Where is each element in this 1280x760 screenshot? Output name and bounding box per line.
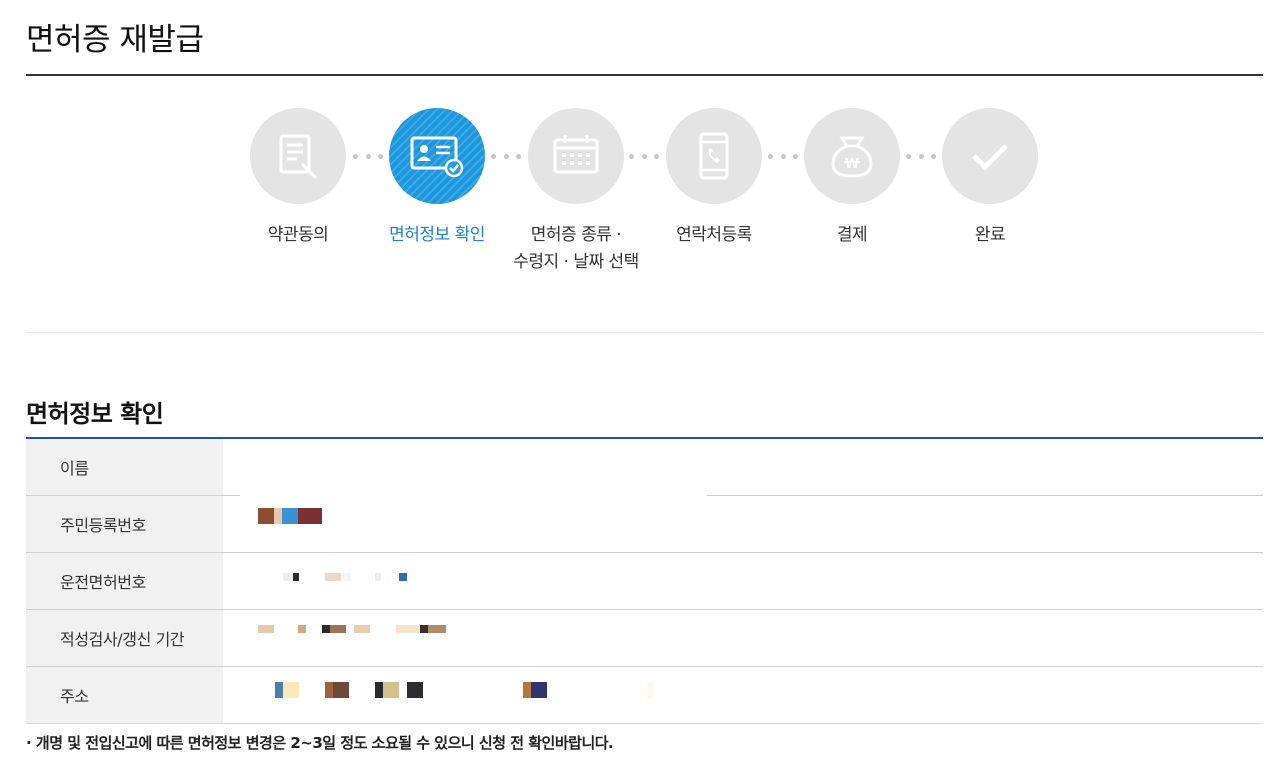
step-label: 완료 bbox=[974, 225, 1006, 245]
field-value-resident-number bbox=[223, 496, 1263, 552]
privacy-mask bbox=[240, 440, 707, 496]
step-complete: 완료 bbox=[910, 108, 1070, 249]
svg-text:W: W bbox=[845, 157, 859, 172]
table-row-aptitude-period: 적성검사/갱신 기간 bbox=[26, 610, 1263, 667]
redacted-value bbox=[258, 625, 446, 633]
title-divider bbox=[26, 74, 1263, 76]
step-label: 면허정보 확인 bbox=[389, 225, 485, 245]
step-label-line2: 수령지 · 날짜 선택 bbox=[513, 252, 639, 272]
progress-steps: 약관동의 면허정보 확인 면허증 종류 · 수령지 · 날짜 선택 연락처등록 … bbox=[0, 108, 1280, 298]
checkmark-icon bbox=[942, 108, 1038, 204]
step-label: 결제 bbox=[836, 225, 868, 245]
field-label-name: 이름 bbox=[26, 439, 223, 495]
privacy-mask bbox=[240, 555, 707, 610]
notice-text: · 개명 및 전입신고에 따른 면허정보 변경은 2~3일 정도 소요될 수 있… bbox=[26, 734, 614, 752]
step-terms: 약관동의 bbox=[218, 108, 378, 249]
step-label: 면허증 종류 · bbox=[530, 225, 622, 245]
step-label: 연락처등록 bbox=[676, 225, 752, 245]
id-card-check-icon bbox=[389, 108, 485, 204]
calendar-icon bbox=[528, 108, 624, 204]
redacted-value bbox=[275, 682, 653, 698]
field-label-resident-number: 주민등록번호 bbox=[26, 496, 223, 552]
table-row-resident-number: 주민등록번호 bbox=[26, 496, 1263, 553]
step-license-info: 면허정보 확인 bbox=[357, 108, 517, 249]
redacted-value bbox=[258, 508, 322, 524]
field-value-address bbox=[223, 667, 1263, 723]
field-label-license-number: 운전면허번호 bbox=[26, 553, 223, 609]
step-license-type: 면허증 종류 · 수령지 · 날짜 선택 bbox=[496, 108, 656, 276]
field-label-aptitude-period: 적성검사/갱신 기간 bbox=[26, 610, 223, 666]
field-value-aptitude-period bbox=[223, 610, 1263, 666]
section-title: 면허정보 확인 bbox=[26, 400, 164, 428]
money-bag-won-icon: W bbox=[804, 108, 900, 204]
page-title: 면허증 재발급 bbox=[26, 22, 204, 58]
step-contact: 연락처등록 bbox=[634, 108, 794, 249]
step-label: 약관동의 bbox=[267, 225, 329, 245]
section-divider bbox=[26, 332, 1263, 333]
table-row-address: 주소 bbox=[26, 667, 1263, 724]
step-payment: W 결제 bbox=[772, 108, 932, 249]
field-label-address: 주소 bbox=[26, 667, 223, 723]
document-pen-icon bbox=[250, 108, 346, 204]
mobile-phone-icon bbox=[666, 108, 762, 204]
